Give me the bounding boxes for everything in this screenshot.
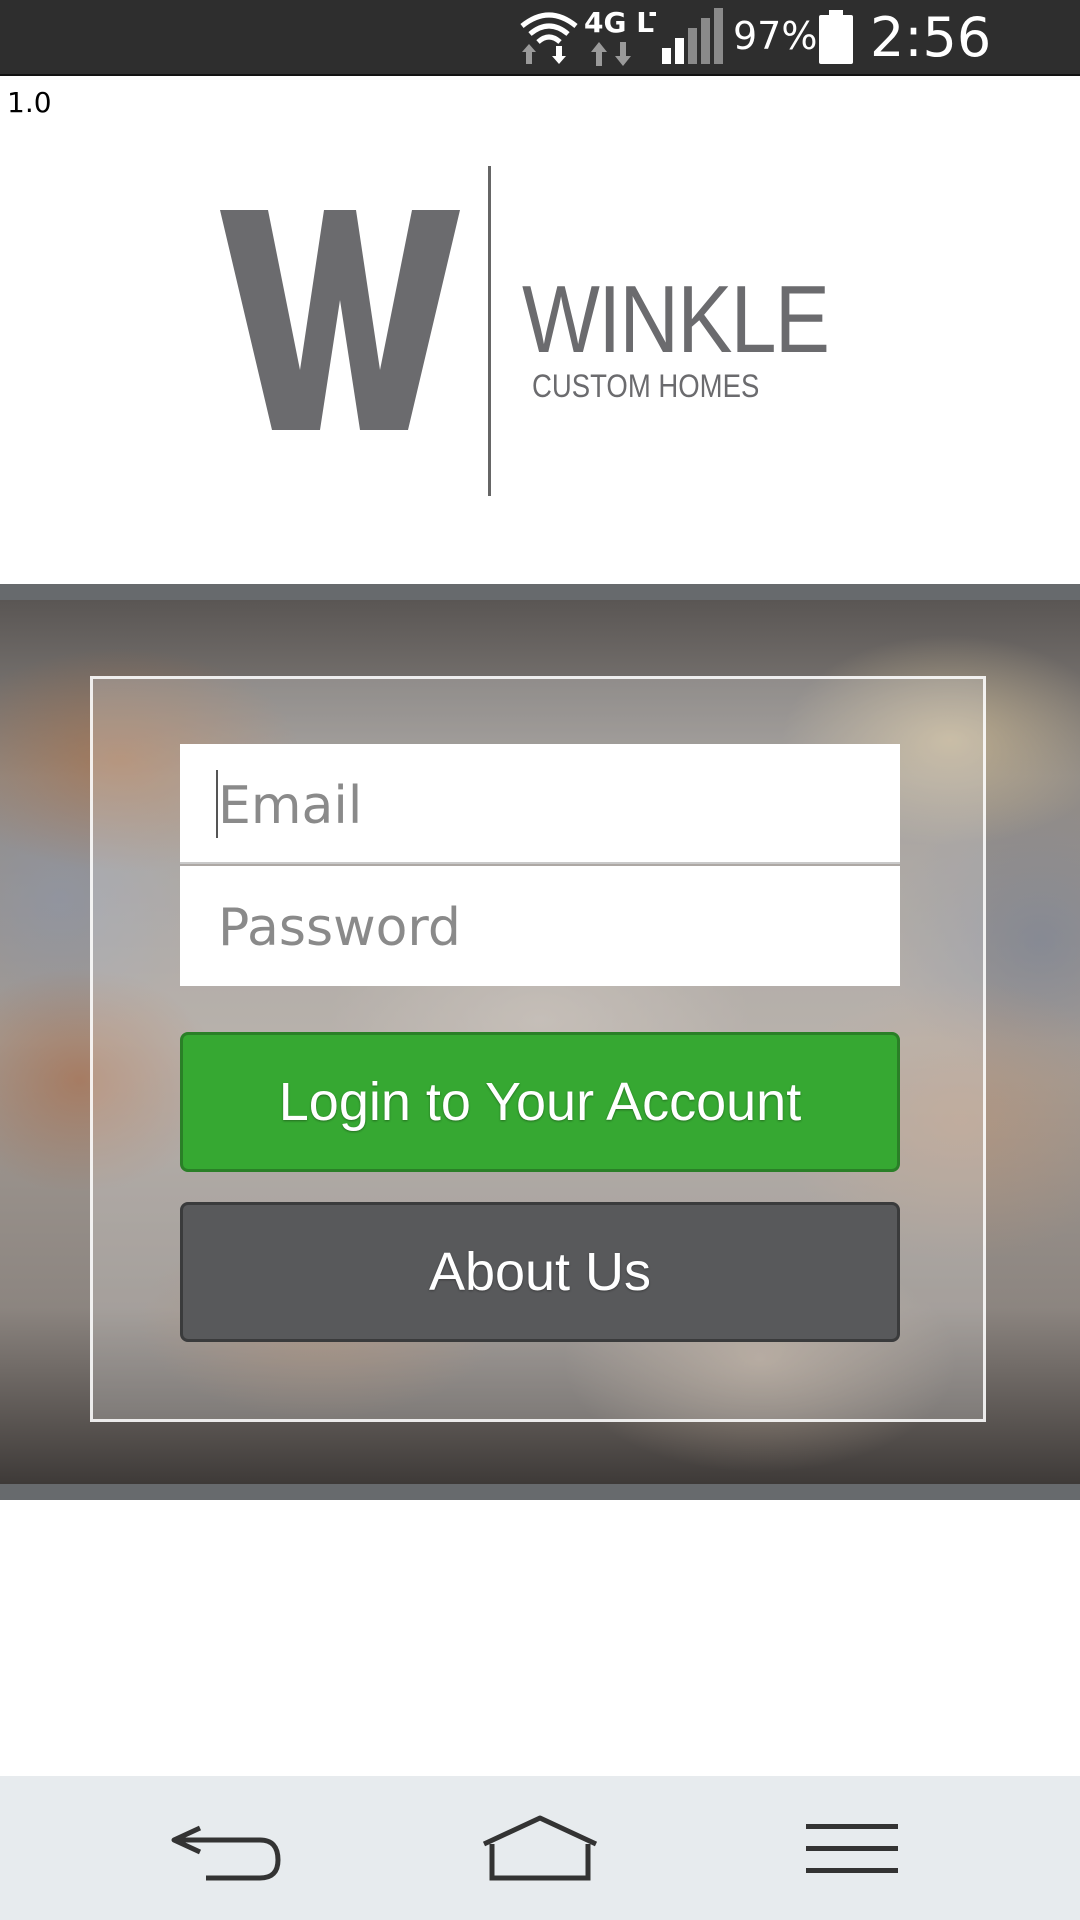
login-button[interactable]: Login to Your Account: [180, 1032, 900, 1172]
app-version: 1.0: [7, 86, 52, 119]
menu-icon[interactable]: [802, 1822, 902, 1876]
back-icon[interactable]: [170, 1816, 290, 1886]
network-type-label: 4G LTE: [584, 6, 656, 39]
status-bar: 4G LTE 97% 2:56 PM: [0, 0, 1080, 132]
home-icon[interactable]: [480, 1814, 600, 1884]
lte-data-icon: 4G LTE: [584, 6, 656, 66]
email-placeholder: Email: [218, 776, 363, 836]
signal-icon: [662, 8, 723, 64]
battery-percent: 97%: [733, 14, 818, 58]
system-nav-bar: [0, 1776, 1080, 1920]
logo-tagline: CUSTOM HOMES: [532, 368, 760, 404]
company-logo: WINKLE CUSTOM HOMES: [220, 160, 870, 500]
battery-icon: [819, 10, 853, 64]
about-us-button[interactable]: About Us: [180, 1202, 900, 1342]
email-field[interactable]: Email: [180, 744, 900, 864]
wifi-icon: [520, 12, 578, 64]
logo-divider: [488, 166, 491, 496]
password-placeholder: Password: [218, 898, 461, 958]
password-field[interactable]: Password: [180, 866, 900, 986]
status-time: 2:56 PM: [870, 6, 992, 132]
logo-letter-w: [220, 210, 460, 430]
logo-company-name: WINKLE: [522, 266, 830, 373]
